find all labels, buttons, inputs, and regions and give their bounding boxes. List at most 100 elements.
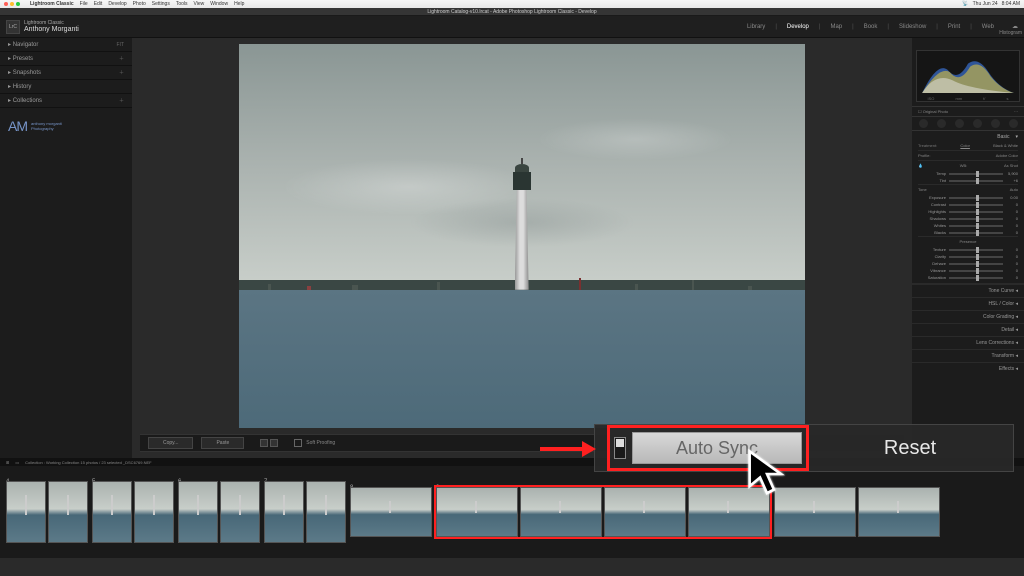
menu-settings[interactable]: Settings [152, 1, 170, 7]
gradient-icon[interactable] [973, 119, 982, 128]
panel-tone-curve[interactable]: Tone Curve ◂ [912, 284, 1024, 297]
filmstrip-thumbnail[interactable] [350, 487, 432, 537]
menu-window[interactable]: Window [210, 1, 228, 7]
eyedropper-icon[interactable]: 💧 [918, 163, 923, 168]
module-book[interactable]: Book [864, 24, 878, 30]
slider-texture[interactable]: Texture0 [918, 246, 1018, 253]
app-badge-icon: LrC [6, 20, 20, 34]
original-photo-row[interactable]: ☐ Original Photo⋯ [912, 106, 1024, 116]
panel-history[interactable]: ▸ History [0, 80, 132, 94]
module-map[interactable]: Map [830, 24, 842, 30]
treatment-bw[interactable]: Black & White [993, 143, 1018, 148]
module-print[interactable]: Print [948, 24, 960, 30]
paste-settings-button[interactable]: Paste [201, 437, 244, 449]
thumb-group: 7 [264, 481, 346, 543]
slider-contrast[interactable]: Contrast0 [918, 201, 1018, 208]
slider-blacks[interactable]: Blacks0 [918, 229, 1018, 236]
window-titlebar: Lightroom Catalog-v10.lrcat - Adobe Phot… [0, 8, 1024, 16]
soft-proofing-checkbox[interactable] [294, 439, 302, 447]
thumb-group [774, 487, 940, 537]
histogram-label: Histogram [999, 30, 1022, 36]
thumb-group: 9 [436, 487, 770, 537]
filmstrip-thumbnail[interactable] [264, 481, 304, 543]
slider-dehaze[interactable]: Dehaze0 [918, 260, 1018, 267]
window-traffic-lights[interactable] [4, 2, 20, 6]
panel-effects[interactable]: Effects ◂ [912, 362, 1024, 375]
filmstrip-thumbnail[interactable] [178, 481, 218, 543]
menu-view[interactable]: View [194, 1, 205, 7]
lighthouse-subject [511, 160, 533, 290]
treatment-color[interactable]: Color [960, 143, 970, 148]
before-after-icon[interactable] [270, 439, 278, 447]
slider-tint[interactable]: Tint+6 [918, 177, 1018, 184]
slider-temp[interactable]: Temp5,900 [918, 170, 1018, 177]
brush-icon[interactable] [1009, 119, 1018, 128]
panel-collections[interactable]: ▸ Collections＋ [0, 94, 132, 108]
local-adjustment-tools [912, 116, 1024, 131]
profile-dropdown[interactable]: Adobe Color [996, 153, 1018, 158]
right-panel: Histogram ISOmmf/s ☐ Original Photo⋯ Bas… [912, 38, 1024, 458]
basic-panel: Basic▾ Treatment: Color Black & White Pr… [912, 131, 1024, 284]
filmstrip-thumbnail[interactable] [520, 487, 602, 537]
redeye-icon[interactable] [955, 119, 964, 128]
histogram[interactable]: ISOmmf/s [916, 50, 1020, 102]
menu-file[interactable]: File [80, 1, 88, 7]
menu-edit[interactable]: Edit [94, 1, 103, 7]
identity-plate: LrC Lightroom Classic Anthony Morganti L… [0, 16, 1024, 38]
slider-clarity[interactable]: Clarity0 [918, 253, 1018, 260]
panel-color-grading[interactable]: Color Grading ◂ [912, 310, 1024, 323]
slider-whites[interactable]: Whites0 [918, 222, 1018, 229]
panel-presets[interactable]: ▸ Presets＋ [0, 52, 132, 66]
module-library[interactable]: Library [747, 24, 765, 30]
grid-view-icon[interactable]: ⊞ [6, 460, 9, 465]
filmstrip-thumbnail[interactable] [436, 487, 518, 537]
filmstrip-thumbnail[interactable] [134, 481, 174, 543]
app-name: Lightroom Classic [30, 1, 74, 7]
filmstrip-thumbnail[interactable] [92, 481, 132, 543]
filmstrip-thumbnail[interactable] [6, 481, 46, 543]
panel-navigator[interactable]: ▸ NavigatorFIT [0, 38, 132, 52]
thumb-group: 6 [178, 481, 260, 543]
wb-dropdown[interactable]: As Shot [1004, 163, 1018, 168]
radial-icon[interactable] [991, 119, 1000, 128]
filmstrip-thumbnail[interactable] [604, 487, 686, 537]
slider-exposure[interactable]: Exposure0.00 [918, 194, 1018, 201]
panel-snapshots[interactable]: ▸ Snapshots＋ [0, 66, 132, 80]
module-picker: Library| Develop| Map| Book| Slideshow| … [747, 23, 1018, 30]
filmstrip[interactable]: 456789 [0, 466, 1024, 558]
panel-transform[interactable]: Transform ◂ [912, 349, 1024, 362]
panel-detail[interactable]: Detail ◂ [912, 323, 1024, 336]
reset-button[interactable]: Reset [819, 437, 1001, 460]
cloud-icon[interactable]: ☁ [1012, 23, 1018, 30]
filmstrip-thumbnail[interactable] [858, 487, 940, 537]
spot-removal-icon[interactable] [937, 119, 946, 128]
panel-lens-corrections[interactable]: Lens Corrections ◂ [912, 336, 1024, 349]
module-develop[interactable]: Develop [787, 24, 809, 30]
loupe-view-icon[interactable] [260, 439, 268, 447]
slider-vibrance[interactable]: Vibrance0 [918, 267, 1018, 274]
sync-toggle-switch[interactable] [614, 437, 626, 459]
module-slideshow[interactable]: Slideshow [899, 24, 926, 30]
window-title: Lightroom Catalog-v10.lrcat - Adobe Phot… [427, 9, 596, 15]
crop-tool-icon[interactable] [919, 119, 928, 128]
slider-shadows[interactable]: Shadows0 [918, 215, 1018, 222]
annotation-arrow [540, 444, 596, 454]
soft-proofing-label: Soft Proofing [306, 440, 335, 446]
auto-tone-button[interactable]: Auto [1010, 187, 1018, 192]
filmstrip-thumbnail[interactable] [220, 481, 260, 543]
filmstrip-thumbnail[interactable] [48, 481, 88, 543]
copy-settings-button[interactable]: Copy... [148, 437, 193, 449]
left-panel: ▸ NavigatorFIT ▸ Presets＋ ▸ Snapshots＋ ▸… [0, 38, 132, 458]
menu-photo[interactable]: Photo [133, 1, 146, 7]
menu-tools[interactable]: Tools [176, 1, 188, 7]
module-web[interactable]: Web [982, 24, 994, 30]
slider-saturation[interactable]: Saturation0 [918, 274, 1018, 281]
slider-highlights[interactable]: Highlights0 [918, 208, 1018, 215]
main-photo[interactable] [239, 44, 804, 428]
menu-help[interactable]: Help [234, 1, 244, 7]
filmstrip-thumbnail[interactable] [306, 481, 346, 543]
panel-hsl-color[interactable]: HSL / Color ◂ [912, 297, 1024, 310]
menu-develop[interactable]: Develop [108, 1, 126, 7]
loupe-area: Copy... Paste Soft Proofing [132, 38, 912, 458]
secondary-display-icon[interactable]: ▭ [15, 460, 19, 465]
